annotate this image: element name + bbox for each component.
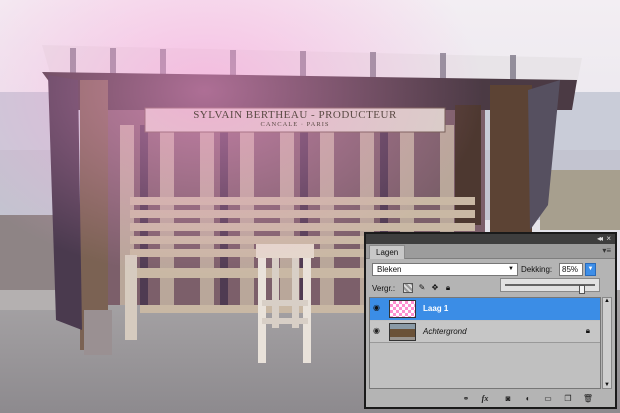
close-icon[interactable]: × (606, 234, 611, 244)
fx-icon[interactable]: fx (479, 393, 491, 404)
layer-name[interactable]: Achtergrond (423, 327, 467, 337)
shop-sign-title: SYLVAIN BERTHEAU - PRODUCTEUR (193, 109, 397, 121)
shop-sign: SYLVAIN BERTHEAU - PRODUCTEUR CANCALE · … (147, 109, 443, 131)
link-icon[interactable]: ⚭ (460, 393, 472, 404)
opacity-label: Dekking: (521, 265, 553, 274)
layer-thumbnail (389, 323, 416, 341)
eye-icon[interactable]: ◉ (373, 304, 383, 312)
layers-scrollbar[interactable]: ▲ ▼ (602, 297, 612, 389)
layer-row[interactable]: ◉ Achtergrond 🔒︎ (370, 321, 600, 343)
lock-transparency-icon[interactable] (403, 283, 413, 293)
lock-icon[interactable]: 🔒︎ (443, 283, 453, 293)
opacity-slider-handle[interactable] (578, 285, 585, 294)
panel-tab-bar: Lagen ▾≡ (366, 244, 615, 259)
layer-row[interactable]: ◉ Laag 1 (370, 298, 600, 320)
opacity-slider-popup (500, 278, 600, 294)
brush-icon[interactable]: ✎ (417, 283, 427, 293)
eye-icon[interactable]: ◉ (373, 327, 383, 335)
shop-sign-subtitle: CANCALE · PARIS (260, 121, 330, 128)
layers-list: ◉ Laag 1 ◉ Achtergrond 🔒︎ (369, 297, 601, 389)
lock-label: Vergr.: (372, 284, 396, 293)
folder-icon[interactable]: ▭ (542, 393, 554, 404)
blend-mode-value: Bleken (377, 265, 402, 274)
layer-thumbnail (389, 300, 416, 318)
mask-icon[interactable]: ◙ (502, 393, 514, 404)
opacity-dropdown-button[interactable]: ▼ (585, 263, 596, 276)
panel-title-bar[interactable]: ◂◂ × (366, 234, 615, 244)
adjustment-icon[interactable]: ◐ (522, 393, 534, 404)
double-chevron-icon[interactable]: ◂◂ (597, 234, 603, 244)
blend-mode-select[interactable]: Bleken ▼ (372, 263, 518, 276)
scroll-down-icon[interactable]: ▼ (604, 382, 610, 388)
trash-icon[interactable]: 🗑︎ (582, 393, 594, 404)
new-layer-icon[interactable]: ❐ (562, 393, 574, 404)
opacity-slider-track[interactable] (505, 284, 595, 294)
panel-menu-icon[interactable]: ▾≡ (602, 246, 611, 256)
layers-panel: ◂◂ × Lagen ▾≡ Bleken ▼ Dekking: 85% ▼ Ve… (364, 232, 617, 409)
tab-layers[interactable]: Lagen (369, 245, 406, 259)
opacity-input[interactable]: 85% (559, 263, 583, 276)
move-icon[interactable]: ✥ (430, 283, 440, 293)
lock-icon: 🔒︎ (585, 326, 590, 335)
chevron-down-icon: ▼ (508, 266, 514, 272)
scroll-up-icon[interactable]: ▲ (604, 298, 610, 304)
layer-name[interactable]: Laag 1 (423, 304, 448, 314)
panel-bottom-toolbar: ⚭ fx ◙ ◐ ▭ ❐ 🗑︎ (366, 391, 615, 407)
